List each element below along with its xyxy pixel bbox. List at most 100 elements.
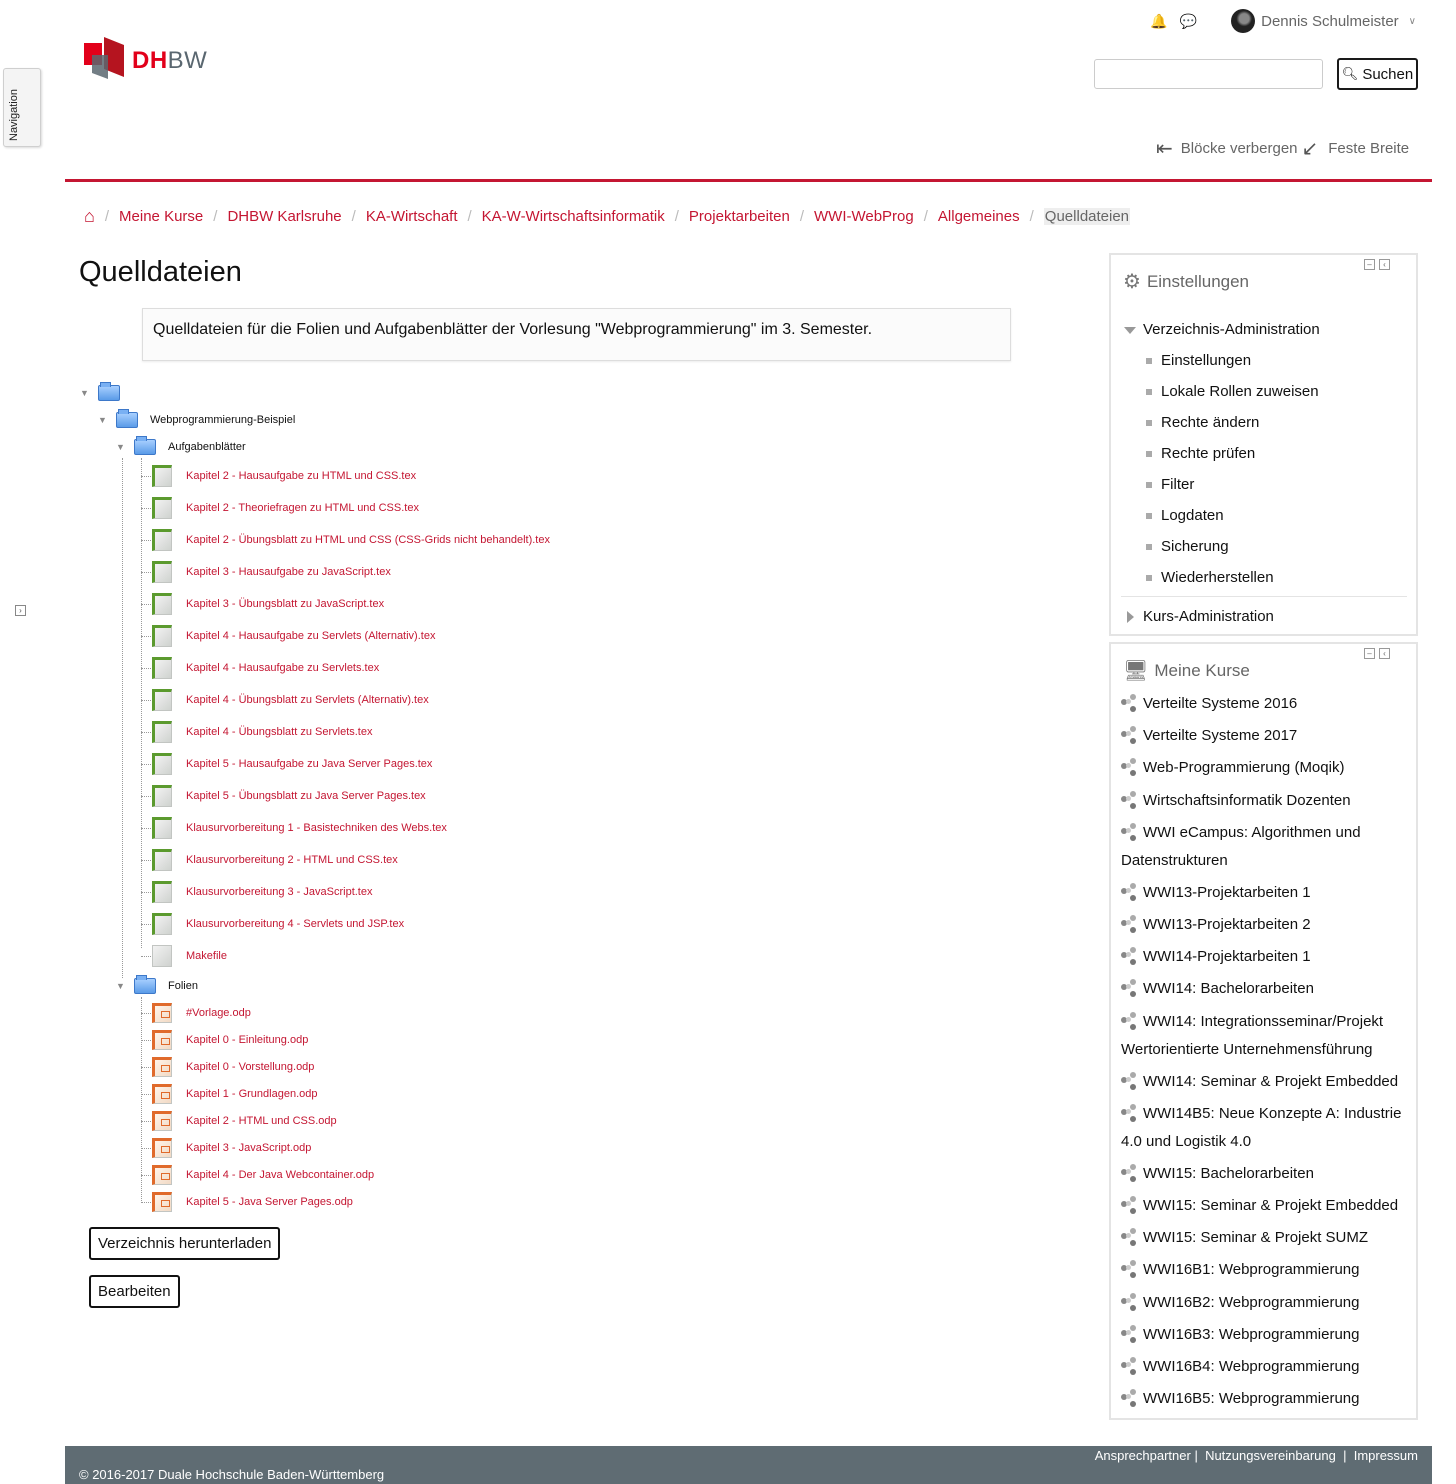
file-item[interactable]: Kapitel 0 - Vorstellung.odp [152, 1056, 314, 1078]
block-minimize-icon[interactable]: – [1364, 648, 1375, 659]
settings-section-folder[interactable]: Verzeichnis-Administration [1143, 321, 1320, 338]
file-item[interactable]: Kapitel 2 - Theoriefragen zu HTML und CS… [152, 497, 419, 519]
course-link[interactable]: Web-Programmierung (Moqik) [1121, 754, 1411, 782]
settings-item[interactable]: Logdaten [1146, 507, 1224, 524]
course-link[interactable]: WWI16B4: Webprogrammierung [1121, 1353, 1411, 1381]
file-item[interactable]: Klausurvorbereitung 3 - JavaScript.tex [152, 881, 372, 903]
settings-item[interactable]: Rechte ändern [1145, 414, 1259, 431]
file-item[interactable]: Kapitel 5 - Java Server Pages.odp [152, 1191, 353, 1213]
file-link[interactable]: Klausurvorbereitung 4 - Servlets und JSP… [186, 918, 404, 930]
breadcrumb-item[interactable]: KA-Wirtschaft [366, 208, 458, 225]
file-link[interactable]: Kapitel 3 - JavaScript.odp [186, 1142, 311, 1154]
file-item[interactable]: Kapitel 4 - Übungsblatt zu Servlets (Alt… [152, 689, 429, 711]
file-link[interactable]: Kapitel 0 - Einleitung.odp [186, 1034, 308, 1046]
file-link[interactable]: Kapitel 2 - Theoriefragen zu HTML und CS… [186, 502, 419, 514]
file-link[interactable]: Kapitel 2 - Hausaufgabe zu HTML und CSS.… [186, 470, 416, 482]
course-link[interactable]: Verteilte Systeme 2016 [1121, 690, 1411, 718]
search-button[interactable]: 🔍︎ Suchen [1337, 58, 1418, 90]
course-link[interactable]: WWI16B1: Webprogrammierung [1121, 1256, 1411, 1284]
user-menu[interactable]: Dennis Schulmeister ∨ [1231, 9, 1416, 33]
folder-root[interactable]: ▼ [80, 382, 132, 404]
file-item[interactable]: Kapitel 3 - JavaScript.odp [152, 1137, 311, 1159]
hide-blocks-link[interactable]: Blöcke verbergen [1181, 140, 1298, 157]
file-link[interactable]: Klausurvorbereitung 1 - Basistechniken d… [186, 822, 447, 834]
file-item[interactable]: Kapitel 4 - Der Java Webcontainer.odp [152, 1164, 374, 1186]
fixed-width-link[interactable]: Feste Breite [1328, 140, 1409, 157]
compress-icon[interactable]: ↙ [1302, 136, 1319, 161]
file-item[interactable]: Kapitel 3 - Hausaufgabe zu JavaScript.te… [152, 561, 391, 583]
file-item[interactable]: Kapitel 2 - HTML und CSS.odp [152, 1110, 337, 1132]
file-link[interactable]: Kapitel 5 - Hausaufgabe zu Java Server P… [186, 758, 432, 770]
file-link[interactable]: Makefile [186, 950, 227, 962]
course-link[interactable]: WWI13-Projektarbeiten 2 [1121, 911, 1411, 939]
dock-expand-icon[interactable]: › [15, 605, 26, 616]
file-item[interactable]: Klausurvorbereitung 2 - HTML und CSS.tex [152, 849, 398, 871]
course-link[interactable]: WWI16B5: Webprogrammierung [1121, 1385, 1411, 1413]
file-item[interactable]: Kapitel 0 - Einleitung.odp [152, 1029, 308, 1051]
folder-webprogrammierung[interactable]: ▼ Webprogrammierung-Beispiel [98, 409, 295, 431]
file-item[interactable]: Kapitel 1 - Grundlagen.odp [152, 1083, 317, 1105]
course-link[interactable]: WWI16B2: Webprogrammierung [1121, 1289, 1411, 1317]
breadcrumb-item[interactable]: Projektarbeiten [689, 208, 790, 225]
course-link[interactable]: WWI14: Bachelorarbeiten [1121, 975, 1411, 1003]
bell-icon[interactable]: 🔔 [1150, 13, 1167, 30]
indent-icon[interactable]: ⇤ [1156, 136, 1173, 161]
footer-link-contact[interactable]: Ansprechpartner [1095, 1448, 1191, 1463]
course-link[interactable]: Wirtschaftsinformatik Dozenten [1121, 787, 1411, 815]
course-link[interactable]: WWI14: Integrationsseminar/Projekt Werto… [1121, 1008, 1411, 1064]
file-link[interactable]: Kapitel 4 - Hausaufgabe zu Servlets.tex [186, 662, 379, 674]
footer-link-terms[interactable]: Nutzungsvereinbarung [1205, 1448, 1336, 1463]
file-item[interactable]: Kapitel 3 - Übungsblatt zu JavaScript.te… [152, 593, 384, 615]
file-item[interactable]: Kapitel 4 - Hausaufgabe zu Servlets (Alt… [152, 625, 435, 647]
settings-item[interactable]: Sicherung [1146, 538, 1229, 555]
toggle-down-icon[interactable]: ▼ [116, 442, 128, 452]
file-link[interactable]: Kapitel 1 - Grundlagen.odp [186, 1088, 317, 1100]
course-link[interactable]: WWI15: Seminar & Projekt SUMZ [1121, 1224, 1411, 1252]
file-link[interactable]: Kapitel 4 - Der Java Webcontainer.odp [186, 1169, 374, 1181]
file-item[interactable]: Kapitel 4 - Hausaufgabe zu Servlets.tex [152, 657, 379, 679]
course-link[interactable]: WWI15: Bachelorarbeiten [1121, 1160, 1411, 1188]
settings-section-course[interactable]: Kurs-Administration [1143, 608, 1274, 625]
block-dock-icon[interactable]: ‹ [1379, 259, 1390, 270]
breadcrumb-item[interactable]: Meine Kurse [119, 208, 203, 225]
breadcrumb-item[interactable]: KA-W-Wirtschaftsinformatik [482, 208, 665, 225]
file-link[interactable]: Kapitel 0 - Vorstellung.odp [186, 1061, 314, 1073]
search-input[interactable] [1094, 59, 1323, 89]
file-link[interactable]: Kapitel 5 - Übungsblatt zu Java Server P… [186, 790, 426, 802]
file-link[interactable]: Kapitel 4 - Übungsblatt zu Servlets (Alt… [186, 694, 429, 706]
settings-item[interactable]: Einstellungen [1145, 352, 1251, 369]
file-link[interactable]: Kapitel 5 - Java Server Pages.odp [186, 1196, 353, 1208]
file-link[interactable]: Kapitel 2 - Übungsblatt zu HTML und CSS … [186, 534, 550, 546]
file-link[interactable]: Kapitel 4 - Hausaufgabe zu Servlets (Alt… [186, 630, 435, 642]
file-link[interactable]: Kapitel 2 - HTML und CSS.odp [186, 1115, 337, 1127]
block-dock-icon[interactable]: ‹ [1379, 648, 1390, 659]
file-link[interactable]: Klausurvorbereitung 3 - JavaScript.tex [186, 886, 372, 898]
folder-aufgabenblaetter[interactable]: ▼ Aufgabenblätter [116, 436, 246, 458]
breadcrumb-item[interactable]: Allgemeines [938, 208, 1020, 225]
breadcrumb-item[interactable]: WWI-WebProg [814, 208, 914, 225]
file-item[interactable]: Klausurvorbereitung 1 - Basistechniken d… [152, 817, 447, 839]
settings-item[interactable]: Filter [1145, 476, 1194, 493]
course-link[interactable]: WWI13-Projektarbeiten 1 [1121, 879, 1411, 907]
course-link[interactable]: WWI eCampus: Algorithmen und Datenstrukt… [1121, 819, 1411, 875]
file-link[interactable]: Kapitel 3 - Übungsblatt zu JavaScript.te… [186, 598, 384, 610]
breadcrumb-item[interactable]: DHBW Karlsruhe [227, 208, 341, 225]
file-item[interactable]: #Vorlage.odp [152, 1002, 251, 1024]
download-folder-button[interactable]: Verzeichnis herunterladen [89, 1227, 281, 1260]
navigation-drawer-toggle[interactable]: Navigation [3, 68, 41, 147]
home-icon[interactable]: ⌂ [84, 206, 95, 227]
course-link[interactable]: WWI14-Projektarbeiten 1 [1121, 943, 1411, 971]
edit-button[interactable]: Bearbeiten [89, 1275, 180, 1308]
toggle-down-icon[interactable]: ▼ [116, 981, 128, 991]
toggle-down-icon[interactable]: ▼ [98, 415, 110, 425]
file-item[interactable]: Kapitel 5 - Hausaufgabe zu Java Server P… [152, 753, 432, 775]
course-link[interactable]: Verteilte Systeme 2017 [1121, 722, 1411, 750]
file-link[interactable]: Klausurvorbereitung 2 - HTML und CSS.tex [186, 854, 398, 866]
file-link[interactable]: Kapitel 3 - Hausaufgabe zu JavaScript.te… [186, 566, 391, 578]
course-link[interactable]: WWI15: Seminar & Projekt Embedded [1121, 1192, 1411, 1220]
footer-link-imprint[interactable]: Impressum [1354, 1448, 1418, 1463]
settings-item[interactable]: Rechte prüfen [1145, 445, 1255, 462]
settings-item[interactable]: Wiederherstellen [1146, 569, 1274, 586]
file-link[interactable]: Kapitel 4 - Übungsblatt zu Servlets.tex [186, 726, 372, 738]
file-item[interactable]: Kapitel 2 - Übungsblatt zu HTML und CSS … [152, 529, 550, 551]
